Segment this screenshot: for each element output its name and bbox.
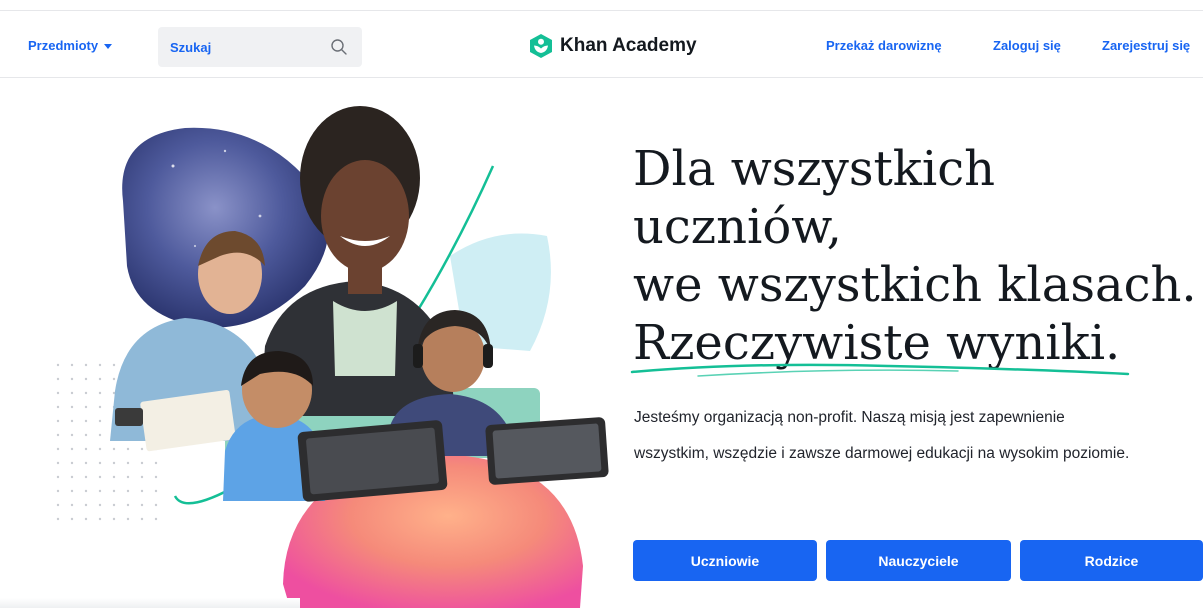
search-icon[interactable]	[330, 38, 348, 56]
headline-line-1: Dla wszystkich	[633, 141, 995, 197]
search-input[interactable]	[158, 27, 330, 67]
tablet-right	[485, 417, 609, 485]
bottom-shadow	[0, 598, 300, 608]
subjects-dropdown[interactable]: Przedmioty	[28, 38, 113, 53]
subjects-label: Przedmioty	[28, 38, 99, 53]
search-box	[158, 27, 362, 67]
description-line-2: wszystkim, wszędzie i zawsze darmowej ed…	[634, 445, 1130, 462]
headline-line-2: uczniów,	[633, 199, 842, 255]
parents-button[interactable]: Rodzice	[1020, 540, 1203, 581]
students-button[interactable]: Uczniowie	[633, 540, 817, 581]
login-link[interactable]: Zaloguj się	[993, 38, 1061, 53]
hero-description: Jesteśmy organizacją non-profit. Naszą m…	[634, 400, 1194, 472]
hero-headline: Dla wszystkich uczniów, we wszystkich kl…	[633, 140, 1197, 372]
top-nav: Przedmioty Khan Academy Przekaż darowizn…	[0, 11, 1203, 78]
headline-underline	[630, 363, 1130, 377]
logo-text: Khan Academy	[560, 35, 697, 56]
signup-link[interactable]: Zarejestruj się	[1102, 38, 1190, 53]
headline-line-3: we wszystkich klasach.	[633, 257, 1197, 313]
chevron-down-icon	[104, 44, 113, 49]
tablet-left	[297, 420, 448, 502]
khan-academy-logo[interactable]: Khan Academy	[529, 33, 697, 59]
hero-illustration	[55, 106, 609, 608]
khan-academy-logo-icon	[530, 34, 552, 58]
donate-link[interactable]: Przekaż darowiznę	[826, 38, 942, 53]
description-line-1: Jesteśmy organizacją non-profit. Naszą m…	[634, 409, 1065, 426]
teachers-button[interactable]: Nauczyciele	[826, 540, 1011, 581]
